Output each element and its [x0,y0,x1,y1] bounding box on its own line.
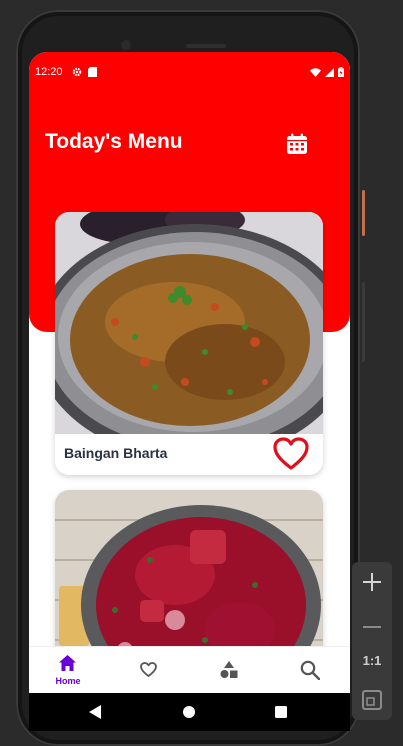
nav-item-categories[interactable] [196,647,260,693]
nav-item-home[interactable]: Home [36,647,100,693]
system-navigation-bar [29,693,350,731]
front-camera [121,40,131,50]
page-title: Today's Menu [45,130,183,153]
heart-icon [140,662,157,677]
fit-screen-icon [362,690,382,710]
wifi-icon [310,67,321,77]
signal-icon [325,67,334,77]
settings-gear-icon [72,67,82,77]
zoom-actual-size-button[interactable]: 1:1 [352,653,392,668]
zoom-in-button[interactable] [352,568,392,596]
calendar-icon[interactable] [286,133,308,155]
menu-card[interactable]: Baingan Bharta [55,212,323,475]
categories-shapes-icon [220,661,238,678]
sd-card-icon [88,67,97,77]
emulator-zoom-panel: 1:1 [352,562,392,720]
nav-label-home: Home [55,676,81,686]
home-icon [59,655,76,671]
card-footer: Baingan Bharta [55,434,323,475]
app-screen: 12:20 Today's Menu Baingan Bharta Home [29,52,350,693]
plus-icon [363,573,381,591]
nav-item-favorites[interactable] [116,647,180,693]
dish-photo-baingan-bharta [55,212,323,434]
volume-button[interactable] [362,282,365,362]
dish-name: Baingan Bharta [64,445,168,461]
power-button[interactable] [362,190,365,236]
battery-icon [338,67,344,77]
nav-item-search[interactable] [277,647,341,693]
heart-outline-icon[interactable] [273,437,309,471]
search-icon [300,660,320,680]
zoom-out-button[interactable] [352,614,392,633]
bottom-navigation: Home [29,646,350,693]
fit-screen-button[interactable] [352,690,392,714]
earpiece-speaker [186,44,226,48]
minus-icon [363,626,381,628]
recents-icon[interactable] [275,706,287,718]
back-icon[interactable] [89,705,102,719]
status-bar: 12:20 [29,64,350,82]
status-time: 12:20 [35,66,63,78]
home-circle-icon[interactable] [183,706,195,718]
